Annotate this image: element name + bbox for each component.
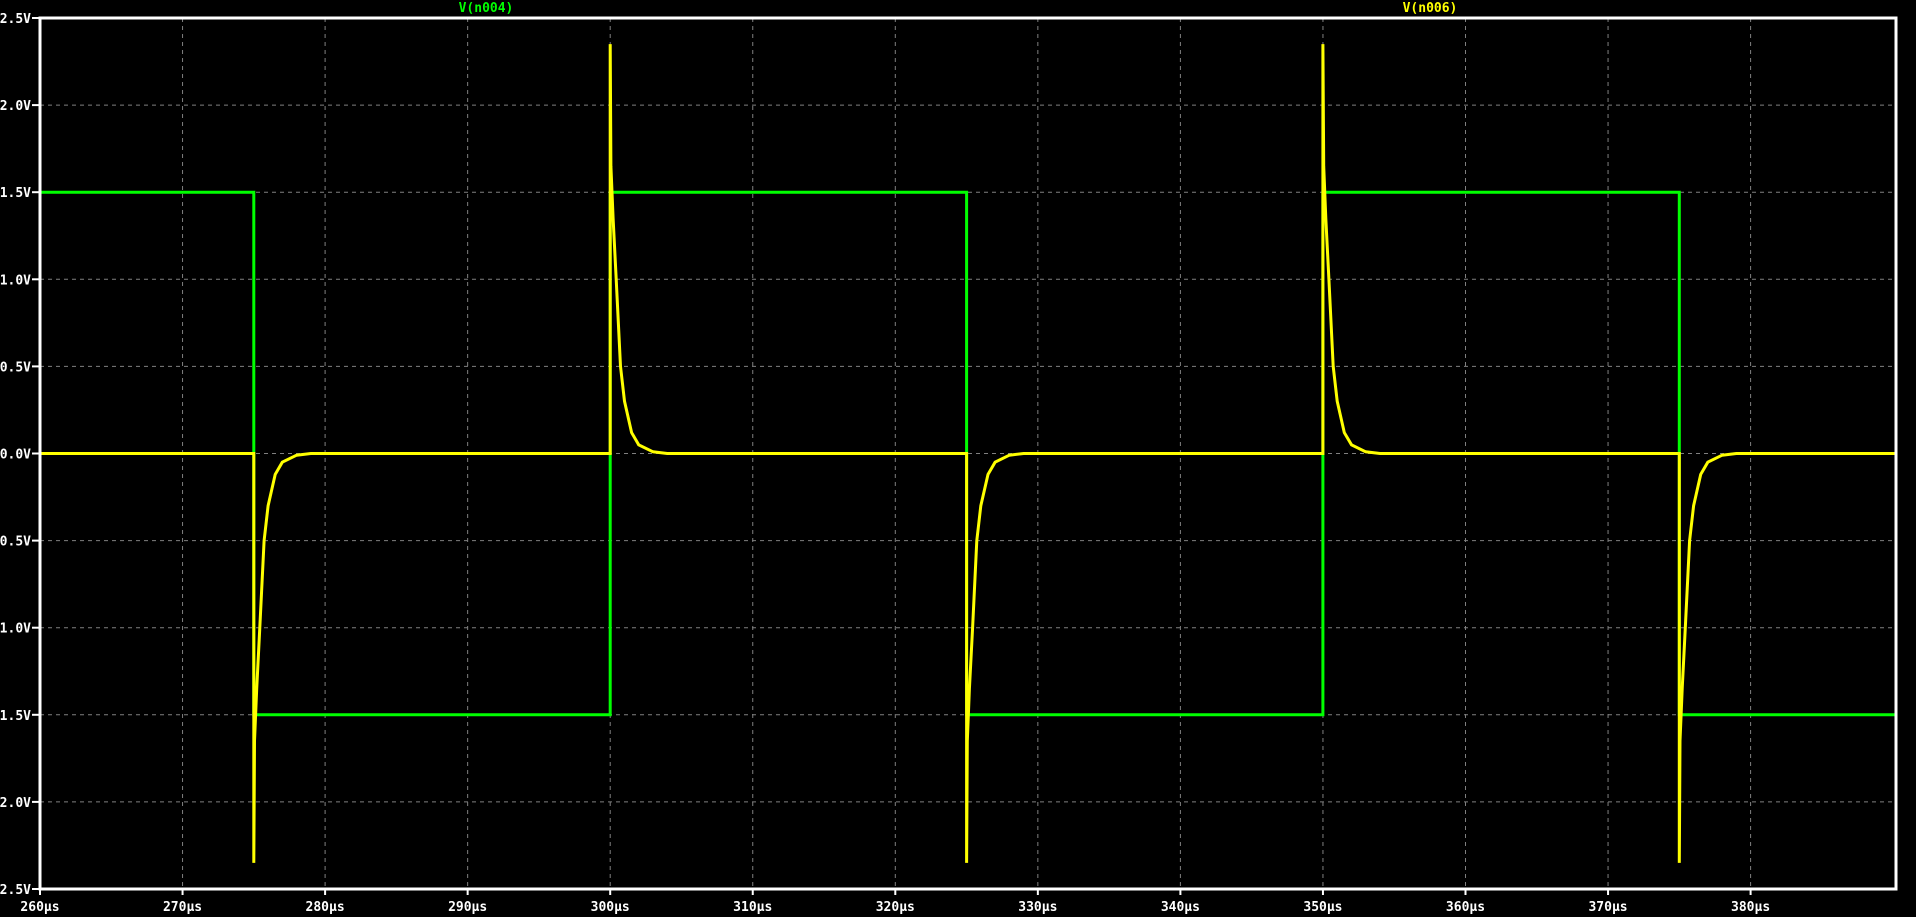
x-tick-label: 270µs	[163, 900, 202, 915]
y-tick-label: 0.0V	[0, 448, 31, 463]
x-tick-label: 300µs	[591, 900, 630, 915]
y-tick-label: -2.5V	[0, 883, 31, 898]
waveform-plot[interactable]: 260µs 270µs 280µs 290µs 300µs 310µs 320µs 330µs…	[0, 0, 1916, 917]
y-tick-label: 1.0V	[0, 273, 31, 288]
y-tick-label: 2.0V	[0, 99, 31, 114]
y-tick-label: 1.5V	[0, 186, 31, 201]
legend-entry: V(n006)	[1403, 1, 1458, 16]
x-tick-label: 330µs	[1018, 900, 1057, 915]
legend-entry: V(n004)	[459, 1, 514, 16]
x-tick-label: 310µs	[733, 900, 772, 915]
y-tick-label: 0.5V	[0, 360, 31, 375]
x-tick-label: 350µs	[1303, 900, 1342, 915]
x-tick-label: 260µs	[20, 900, 59, 915]
x-tick-label: 360µs	[1446, 900, 1485, 915]
x-tick-label: 340µs	[1161, 900, 1200, 915]
x-tick-label: 380µs	[1731, 900, 1770, 915]
x-tick-label: 290µs	[448, 900, 487, 915]
series-line-vn006	[40, 44, 1896, 863]
x-tick-label: 370µs	[1588, 900, 1627, 915]
y-tick-label: -1.5V	[0, 709, 31, 724]
traces	[40, 44, 1896, 863]
ticks: 260µs 270µs 280µs 290µs 300µs 310µs 320µs 330µs…	[0, 12, 1770, 915]
x-tick-label: 280µs	[306, 900, 345, 915]
y-tick-label: 2.5V	[0, 12, 31, 27]
y-tick-label: -0.5V	[0, 535, 31, 550]
y-tick-label: -2.0V	[0, 796, 31, 811]
x-tick-label: 320µs	[876, 900, 915, 915]
y-tick-label: -1.0V	[0, 622, 31, 637]
legend: V(n004) V(n006)	[459, 1, 1458, 16]
